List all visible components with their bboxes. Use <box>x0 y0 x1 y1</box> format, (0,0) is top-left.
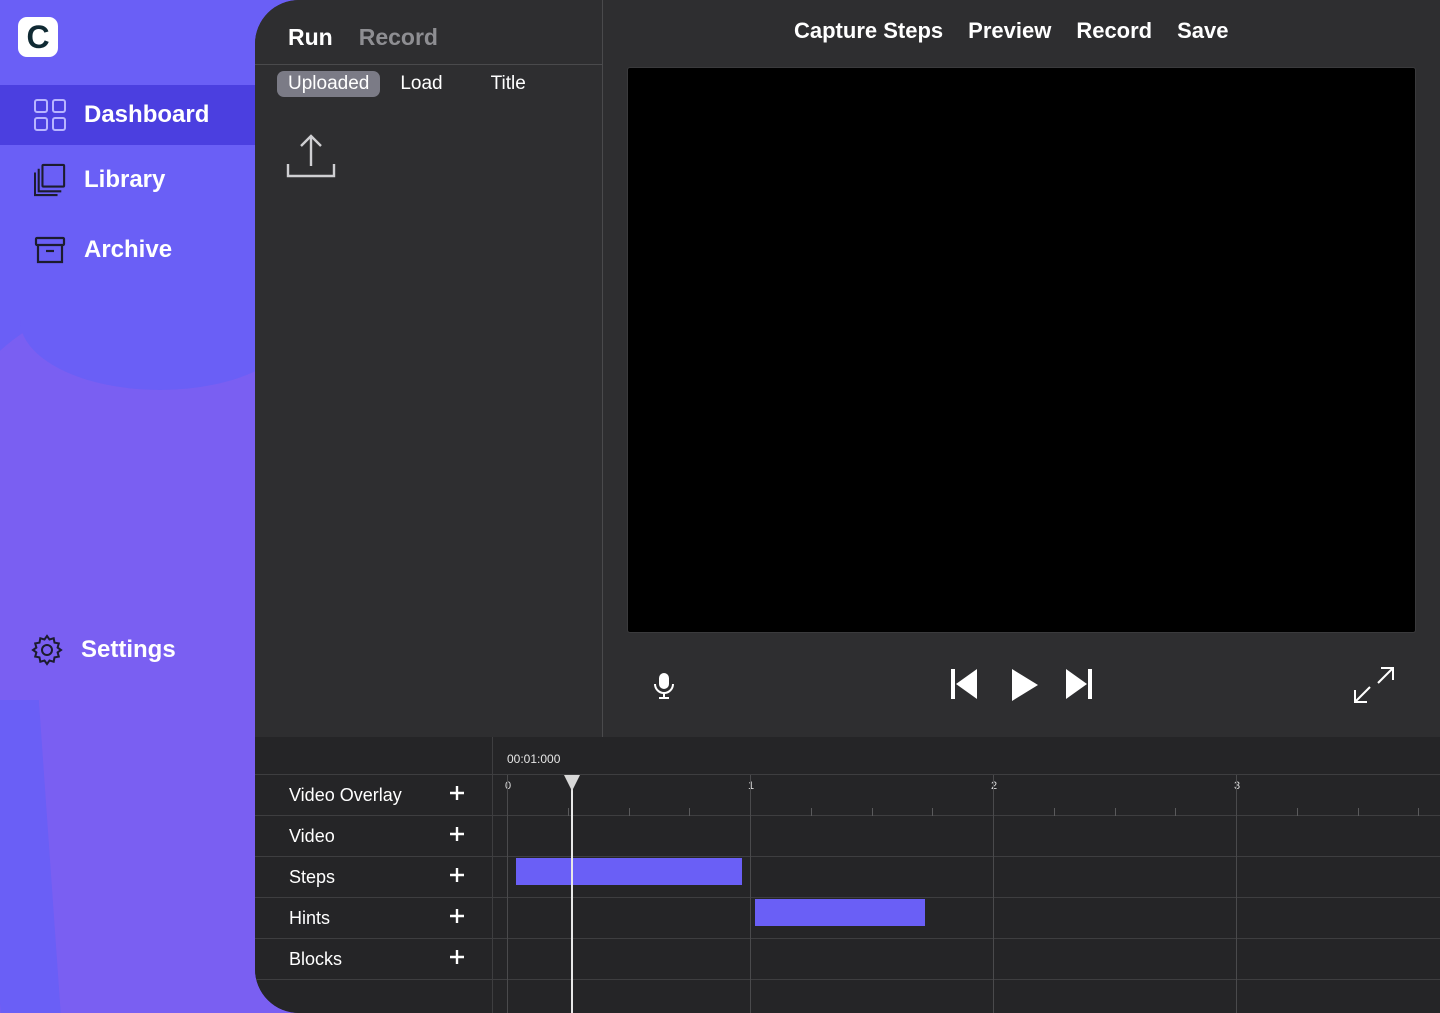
grid-icon <box>34 99 66 131</box>
ruler-gridline <box>750 775 751 1013</box>
add-track-item-button[interactable] <box>445 904 469 928</box>
playhead[interactable] <box>571 775 573 1013</box>
gear-icon <box>31 634 63 666</box>
microphone-icon <box>654 673 674 699</box>
sidebar-item-label: Dashboard <box>84 101 210 128</box>
divider <box>255 64 603 65</box>
skip-back-icon <box>951 669 977 699</box>
subtab-load[interactable]: Load <box>400 73 442 95</box>
sidebar-item-label: Archive <box>84 236 173 263</box>
sidebar-item-dashboard[interactable]: Dashboard <box>0 85 255 145</box>
play-button[interactable] <box>1010 668 1040 707</box>
track-row: Steps <box>255 857 1440 898</box>
microphone-button[interactable] <box>652 672 676 705</box>
plus-icon <box>450 950 464 964</box>
ruler-tick <box>629 808 630 816</box>
skip-forward-button[interactable] <box>1065 668 1093 705</box>
ruler-tick <box>568 808 569 816</box>
top-menu: Capture Steps Preview Record Save <box>794 18 1229 44</box>
mode-tabs: Run Record <box>288 24 438 51</box>
tab-run[interactable]: Run <box>288 24 333 51</box>
track-row: Video <box>255 816 1440 857</box>
sidebar-item-archive[interactable]: Archive <box>0 220 255 280</box>
timeline: 00:01:000 Video Overlay Video Steps Hint… <box>255 737 1440 1013</box>
steps-clip[interactable] <box>516 858 742 885</box>
ruler-tick <box>1115 808 1116 816</box>
track-label: Steps <box>289 867 336 887</box>
plus-icon <box>450 909 464 923</box>
track-label: Video Overlay <box>289 785 402 805</box>
ruler-label: 2 <box>991 780 998 792</box>
archive-icon <box>34 234 66 266</box>
sidebar-item-label: Library <box>84 166 166 193</box>
source-subtabs: Uploaded Load Title <box>277 71 574 97</box>
playhead-handle[interactable] <box>564 775 580 791</box>
ruler-tick <box>932 808 933 816</box>
track-label: Blocks <box>289 949 343 969</box>
expand-icon <box>1354 667 1394 703</box>
ruler-tick <box>689 808 690 816</box>
library-icon <box>34 163 66 197</box>
record-button[interactable]: Record <box>1076 18 1152 44</box>
tab-record[interactable]: Record <box>359 24 438 51</box>
upload-button[interactable] <box>285 132 337 180</box>
save-button[interactable]: Save <box>1177 18 1228 44</box>
ruler-tick <box>1358 808 1359 816</box>
editor-panel: Run Record Uploaded Load Title Capture S… <box>255 0 1440 1013</box>
add-track-item-button[interactable] <box>445 781 469 805</box>
ruler-tick <box>1054 808 1055 816</box>
preview-panel: Capture Steps Preview Record Save <box>604 0 1440 737</box>
plus-icon <box>450 827 464 841</box>
timecode: 00:01:000 <box>507 752 561 766</box>
track-label: Hints <box>289 908 331 928</box>
plus-icon <box>450 868 464 882</box>
subtab-uploaded[interactable]: Uploaded <box>277 71 381 97</box>
ruler-gridline <box>993 775 994 1013</box>
ruler-tick <box>1297 808 1298 816</box>
app-logo[interactable]: C <box>18 17 58 57</box>
sidebar-item-settings[interactable]: Settings <box>0 620 255 680</box>
track-label: Video <box>289 826 335 846</box>
fullscreen-button[interactable] <box>1353 666 1395 709</box>
ruler-label: 0 <box>505 780 512 792</box>
video-player[interactable] <box>627 67 1416 633</box>
capture-steps-button[interactable]: Capture Steps <box>794 18 943 44</box>
add-track-item-button[interactable] <box>445 822 469 846</box>
sidebar-item-label: Settings <box>81 636 176 663</box>
ruler-label: 1 <box>748 780 755 792</box>
add-track-item-button[interactable] <box>445 945 469 969</box>
add-track-item-button[interactable] <box>445 863 469 887</box>
upload-icon <box>286 134 336 178</box>
ruler-gridline <box>1236 775 1237 1013</box>
track-row: Blocks <box>255 939 1440 980</box>
skip-back-button[interactable] <box>950 668 978 705</box>
ruler-tick <box>1175 808 1176 816</box>
ruler-tick <box>872 808 873 816</box>
skip-forward-icon <box>1066 669 1092 699</box>
source-panel: Run Record Uploaded Load Title <box>255 0 603 737</box>
hints-clip[interactable] <box>755 899 925 926</box>
preview-button[interactable]: Preview <box>968 18 1051 44</box>
subtab-title[interactable]: Title <box>491 73 526 95</box>
track-row: Video Overlay <box>255 775 1440 816</box>
ruler-label: 3 <box>1234 780 1241 792</box>
ruler-tick <box>811 808 812 816</box>
ruler-gridline <box>507 775 508 1013</box>
plus-icon <box>450 786 464 800</box>
play-icon <box>1012 669 1038 701</box>
ruler-tick <box>1418 808 1419 816</box>
sidebar-item-library[interactable]: Library <box>0 150 255 210</box>
